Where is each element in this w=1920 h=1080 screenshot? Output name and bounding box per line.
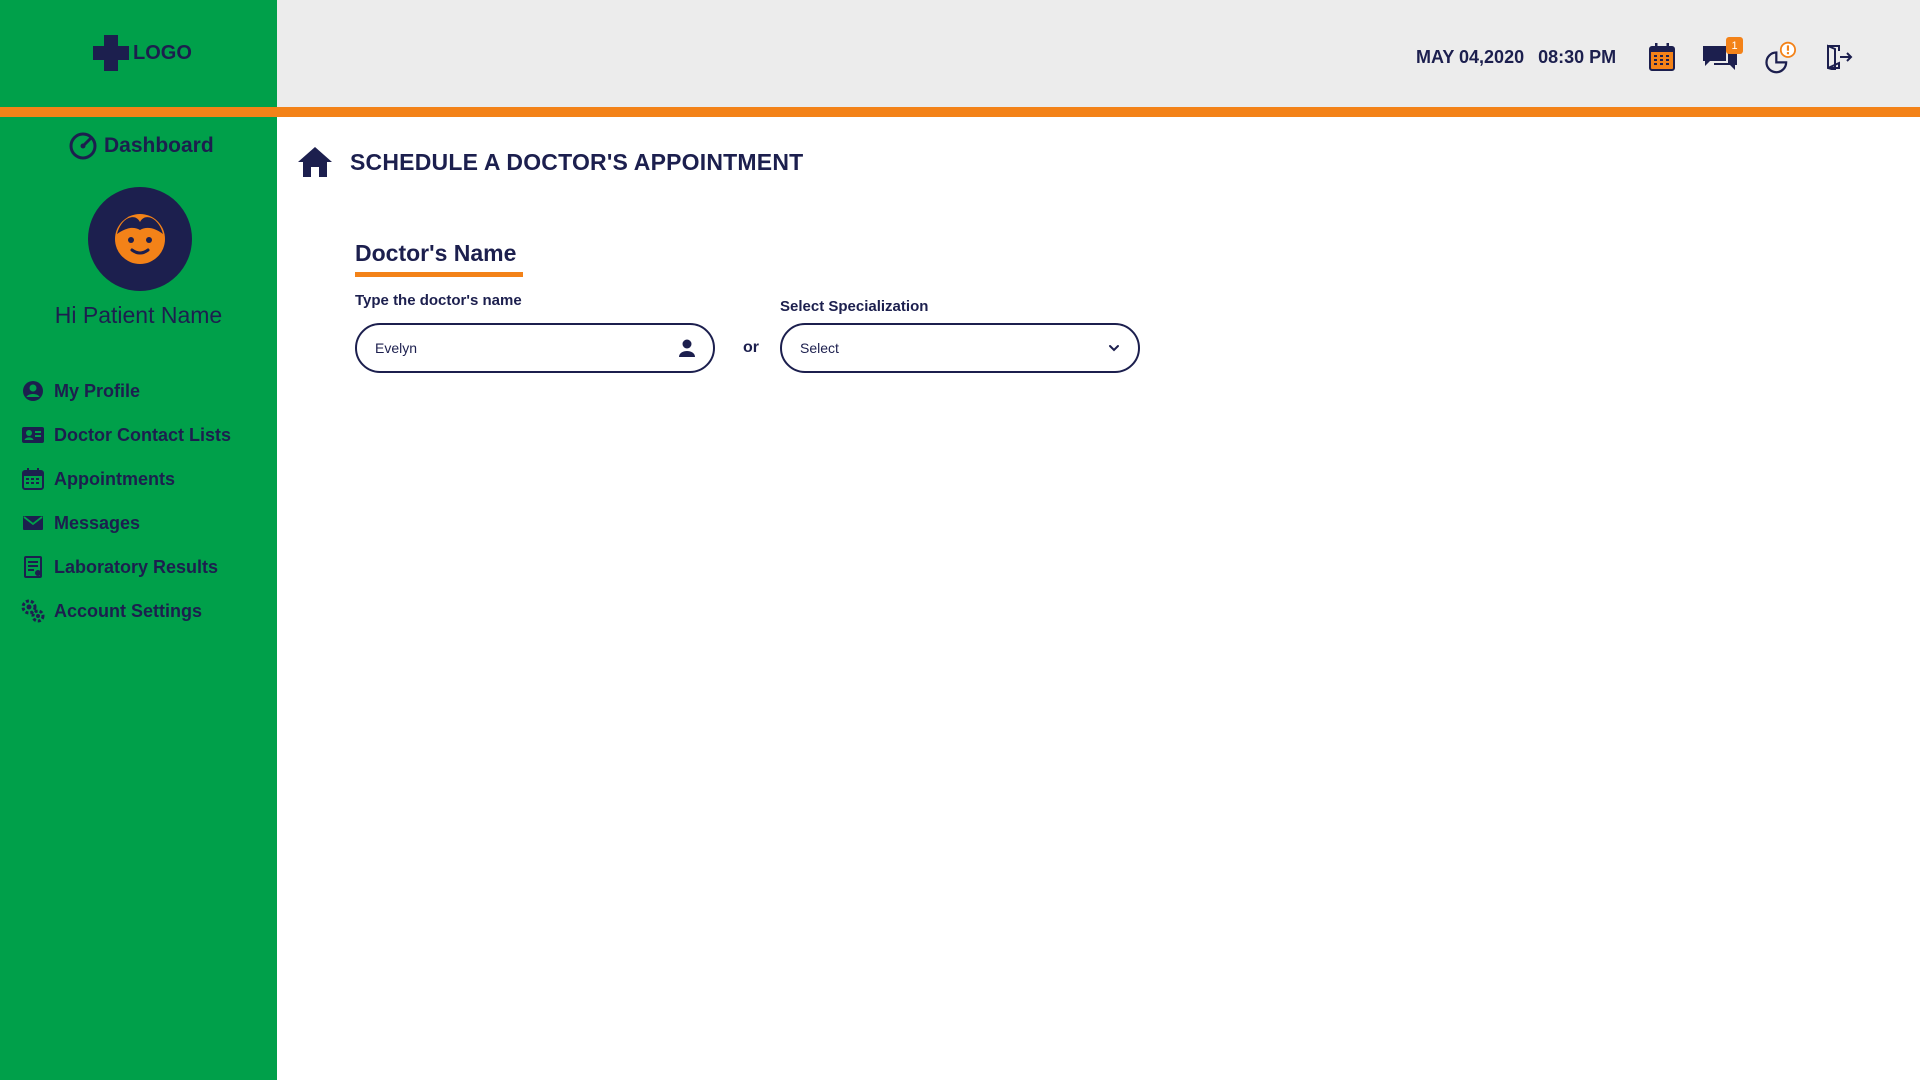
logout-icon [1827,44,1853,70]
sidebar-item-label: My Profile [54,380,141,401]
message-count-badge: 1 [1726,37,1743,54]
lab-report-icon [20,554,46,580]
messages-button[interactable]: 1 [1700,37,1743,74]
or-separator: or [743,339,759,356]
sidebar-item-label: Laboratory Results [54,556,219,577]
page-title-row: SCHEDULE A DOCTOR'S APPOINTMENT [297,146,803,178]
orange-divider [0,107,1920,117]
timer-alert-icon [1765,41,1796,74]
sidebar-item-appointments[interactable]: Appointments [20,457,231,501]
sidebar-item-label: Account Settings [54,600,203,621]
sidebar-item-messages[interactable]: Messages [20,501,231,545]
doctor-name-input[interactable] [375,340,679,356]
dashboard-link[interactable]: Dashboard [68,131,214,161]
logo[interactable]: LOGO [91,33,192,73]
sidebar-item-label: Doctor Contact Lists [54,424,232,445]
chevron-down-icon [1109,345,1119,352]
home-icon[interactable] [297,146,333,178]
sidebar: LOGO Dashboard Hi Patient Name My Profil… [0,0,277,1080]
calendar-icon [1649,43,1675,71]
medical-cross-icon [93,35,129,71]
sidebar-item-label: Appointments [54,468,175,489]
user-circle-icon [20,378,46,404]
section-title: Doctor's Name [355,240,517,266]
doctor-name-label: Type the doctor's name [355,292,522,309]
greeting-text: Hi Patient Name [54,302,223,328]
date-time: MAY 04,2020 08:30 PM [1416,47,1616,68]
specialization-selected-value: Select [800,340,839,356]
orange-divider-left [0,107,277,117]
speedometer-icon [69,132,97,160]
gears-icon [20,598,46,624]
calendar-icon [20,466,46,492]
specialization-select[interactable]: Select [780,323,1140,373]
current-date: MAY 04,2020 [1416,47,1525,67]
specialization-label: Select Specialization [780,298,929,315]
page-title: SCHEDULE A DOCTOR'S APPOINTMENT [350,148,804,175]
face-icon [115,214,165,264]
doctor-name-field[interactable] [355,323,715,373]
section-underline [355,272,523,277]
logout-button[interactable] [1822,40,1856,74]
sidebar-nav: My Profile Doctor Contact Lists Appointm… [20,369,231,633]
envelope-icon [20,510,46,536]
sidebar-item-my-profile[interactable]: My Profile [20,369,231,413]
logo-text: LOGO [133,41,192,64]
sidebar-item-account-settings[interactable]: Account Settings [20,589,231,633]
sidebar-item-label: Messages [54,512,141,533]
calendar-button[interactable] [1645,40,1679,74]
contact-card-icon [20,422,46,448]
person-icon [679,339,695,357]
avatar[interactable] [88,187,192,291]
sidebar-item-laboratory-results[interactable]: Laboratory Results [20,545,231,589]
dashboard-label: Dashboard [104,134,214,157]
reminder-button[interactable] [1762,40,1796,74]
current-time: 08:30 PM [1538,47,1617,67]
sidebar-item-doctor-contact-lists[interactable]: Doctor Contact Lists [20,413,231,457]
